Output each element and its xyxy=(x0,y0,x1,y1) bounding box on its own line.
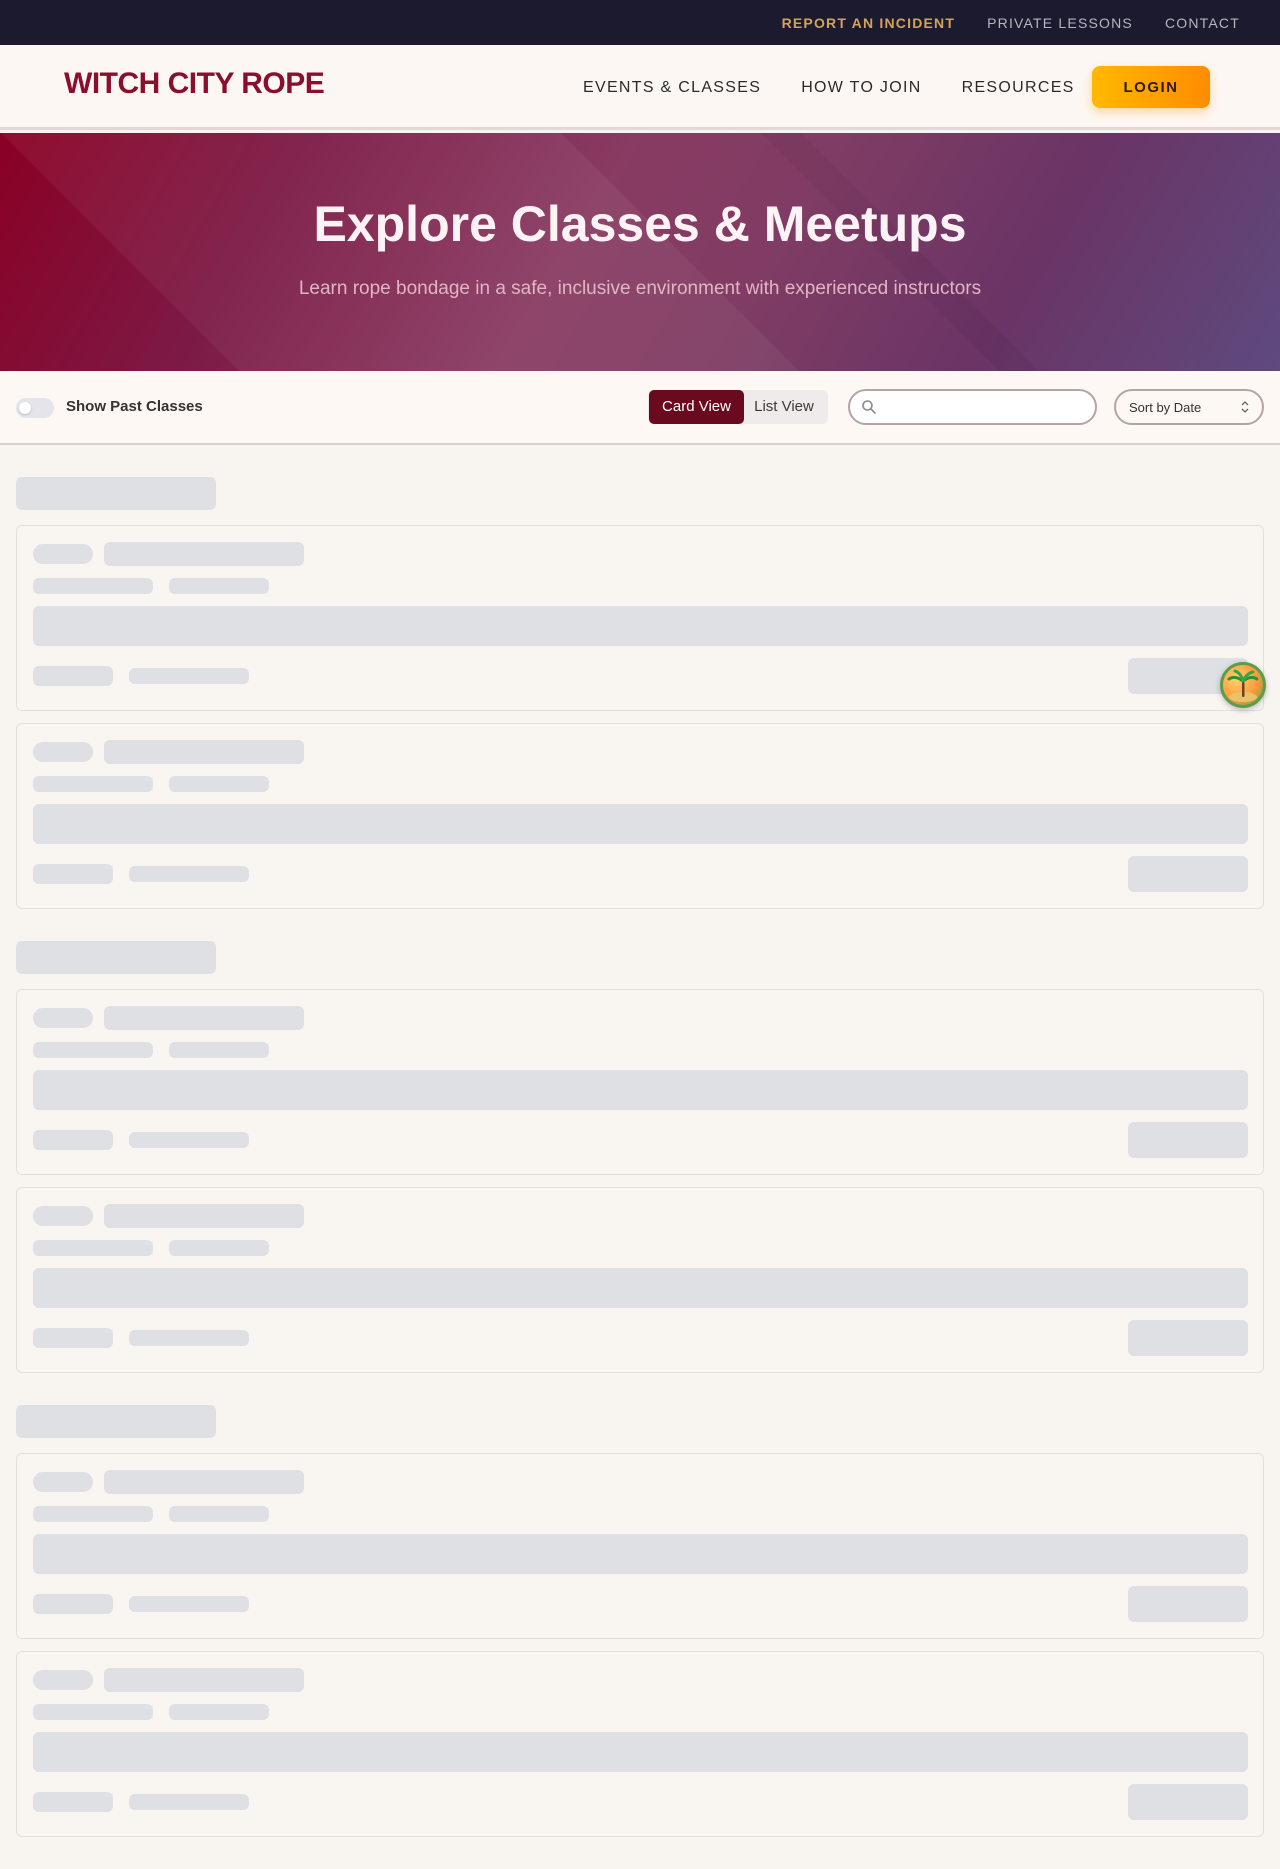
skeleton-event-card xyxy=(16,1453,1264,1639)
card-view-button[interactable]: Card View xyxy=(649,390,744,424)
skeleton-price xyxy=(33,864,113,884)
skeleton-capacity xyxy=(129,866,249,882)
contact-link[interactable]: CONTACT xyxy=(1165,15,1240,31)
skeleton-button xyxy=(1128,1784,1248,1820)
main-nav: EVENTS & CLASSES HOW TO JOIN RESOURCES xyxy=(583,45,1075,130)
skeleton-price xyxy=(33,1594,113,1614)
skeleton-description xyxy=(33,1070,1248,1110)
skeleton-event-card xyxy=(16,989,1264,1175)
skeleton-button xyxy=(1128,1586,1248,1622)
skeleton-title xyxy=(104,1006,304,1030)
sort-selected-value: Sort by Date xyxy=(1129,400,1202,415)
skeleton-event-card xyxy=(16,525,1264,711)
skeleton-button xyxy=(1128,1320,1248,1356)
skeleton-meta xyxy=(33,578,153,594)
skeleton-meta xyxy=(169,1506,269,1522)
chevron-updown-icon xyxy=(1241,401,1249,413)
island-widget-icon[interactable] xyxy=(1220,662,1266,708)
skeleton-title xyxy=(104,1668,304,1692)
skeleton-price xyxy=(33,1130,113,1150)
skeleton-button xyxy=(1128,1122,1248,1158)
sort-select[interactable]: Sort by Date xyxy=(1114,389,1264,425)
skeleton-description xyxy=(33,1268,1248,1308)
skeleton-button xyxy=(1128,856,1248,892)
show-past-toggle[interactable] xyxy=(16,398,54,418)
skeleton-capacity xyxy=(129,1596,249,1612)
skeleton-title xyxy=(104,740,304,764)
skeleton-meta xyxy=(33,776,153,792)
skeleton-event-card xyxy=(16,723,1264,909)
skeleton-meta xyxy=(169,1042,269,1058)
skeleton-capacity xyxy=(129,1330,249,1346)
skeleton-title xyxy=(104,542,304,566)
palm-tree-icon xyxy=(1227,669,1259,702)
site-logo[interactable]: WITCH CITY ROPE xyxy=(64,67,325,101)
skeleton-meta xyxy=(33,1704,153,1720)
skeleton-meta xyxy=(33,1506,153,1522)
search-input[interactable] xyxy=(884,391,1090,423)
skeleton-price xyxy=(33,1792,113,1812)
nav-resources[interactable]: RESOURCES xyxy=(962,79,1075,97)
search-icon xyxy=(862,400,876,414)
skeleton-description xyxy=(33,606,1248,646)
skeleton-badge xyxy=(33,1670,93,1690)
skeleton-section-title xyxy=(16,1405,216,1438)
toggle-knob xyxy=(19,402,31,414)
skeleton-badge xyxy=(33,1206,93,1226)
search-box xyxy=(848,389,1097,425)
skeleton-badge xyxy=(33,1008,93,1028)
list-view-button[interactable]: List View xyxy=(748,390,820,424)
skeleton-capacity xyxy=(129,1132,249,1148)
skeleton-meta xyxy=(33,1042,153,1058)
skeleton-section-title xyxy=(16,941,216,974)
page-title: Explore Classes & Meetups xyxy=(313,196,967,252)
hero-banner: Explore Classes & Meetups Learn rope bon… xyxy=(0,133,1280,371)
nav-how-to-join[interactable]: HOW TO JOIN xyxy=(801,79,921,97)
skeleton-meta xyxy=(169,1704,269,1720)
filter-bar: Show Past Classes Card View List View So… xyxy=(0,371,1280,445)
skeleton-capacity xyxy=(129,668,249,684)
skeleton-event-card xyxy=(16,1651,1264,1837)
skeleton-capacity xyxy=(129,1794,249,1810)
skeleton-meta xyxy=(33,1240,153,1256)
skeleton-meta xyxy=(169,578,269,594)
skeleton-badge xyxy=(33,1472,93,1492)
skeleton-event-card xyxy=(16,1187,1264,1373)
skeleton-price xyxy=(33,1328,113,1348)
skeleton-meta xyxy=(169,776,269,792)
login-button[interactable]: LOGIN xyxy=(1092,66,1210,108)
report-incident-link[interactable]: REPORT AN INCIDENT xyxy=(782,15,956,31)
skeleton-meta xyxy=(169,1240,269,1256)
skeleton-description xyxy=(33,1534,1248,1574)
nav-events-classes[interactable]: EVENTS & CLASSES xyxy=(583,79,761,97)
page-subtitle: Learn rope bondage in a safe, inclusive … xyxy=(298,278,982,299)
private-lessons-link[interactable]: PRIVATE LESSONS xyxy=(987,15,1133,31)
view-switcher: Card View List View xyxy=(648,390,828,424)
skeleton-section-title xyxy=(16,477,216,510)
skeleton-description xyxy=(33,804,1248,844)
skeleton-description xyxy=(33,1732,1248,1772)
skeleton-badge xyxy=(33,544,93,564)
skeleton-price xyxy=(33,666,113,686)
skeleton-title xyxy=(104,1204,304,1228)
utility-bar: REPORT AN INCIDENT PRIVATE LESSONS CONTA… xyxy=(0,0,1280,45)
show-past-label: Show Past Classes xyxy=(66,398,203,415)
site-header: WITCH CITY ROPE EVENTS & CLASSES HOW TO … xyxy=(0,45,1280,130)
skeleton-badge xyxy=(33,742,93,762)
skeleton-title xyxy=(104,1470,304,1494)
